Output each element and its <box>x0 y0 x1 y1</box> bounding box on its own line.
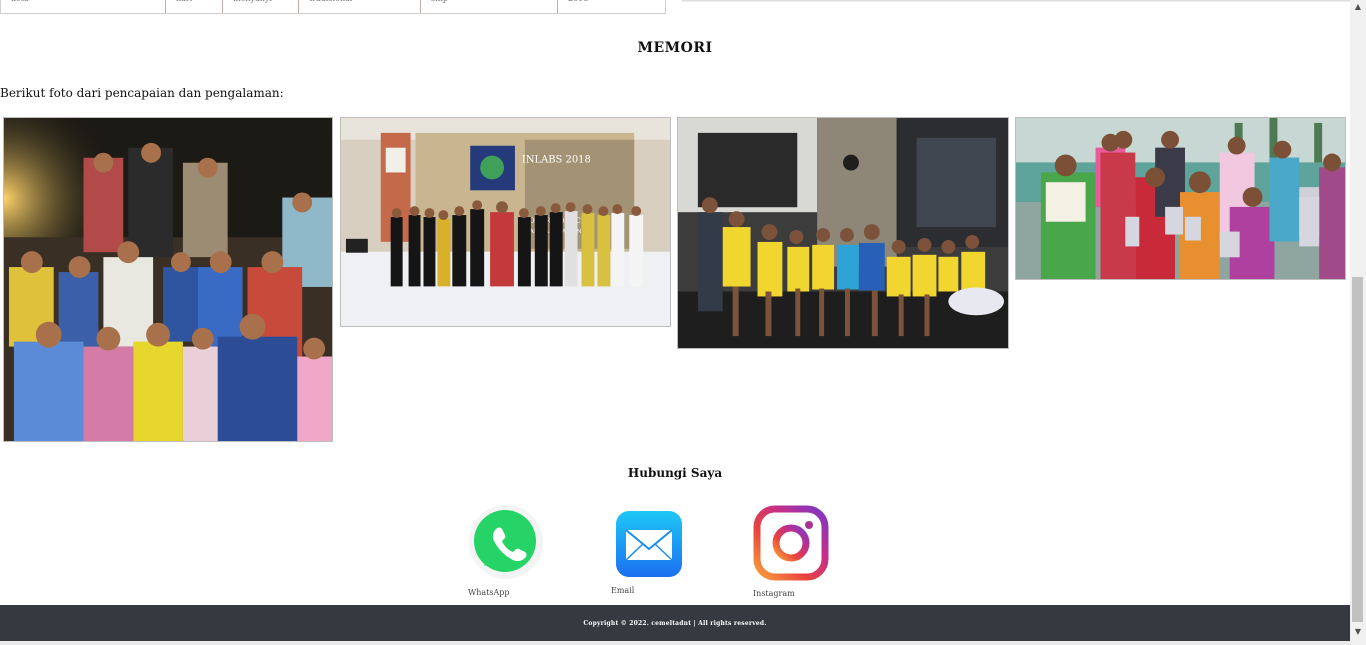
scrollbar-thumb[interactable] <box>1352 277 1363 622</box>
whatsapp-label: WhatsApp <box>468 588 510 597</box>
instagram-link[interactable]: Instagram <box>753 504 829 598</box>
email-label: Email <box>611 586 635 595</box>
divider <box>682 0 1350 2</box>
scroll-up-arrow-icon[interactable]: ▲ <box>1350 0 1366 14</box>
table-cell: tradisional <box>299 0 421 13</box>
section-title-memori: MEMORI <box>637 40 713 56</box>
instagram-label: Instagram <box>753 589 795 598</box>
photo-group-night[interactable] <box>3 117 333 442</box>
table-cell: 2018 <box>558 0 665 13</box>
skills-table-bottom-row: kota hari menyanyi tradisional ship 2018 <box>0 0 666 14</box>
page: kota hari menyanyi tradisional ship 2018… <box>0 0 1350 645</box>
photo-girls-trophies[interactable] <box>1015 117 1346 280</box>
photo-dance-event[interactable]: INLABS 2018 MODERN DANCE DAN TARI SAMAN <box>340 117 671 327</box>
table-cell: kota <box>1 0 166 13</box>
scroll-down-arrow-icon[interactable]: ▼ <box>1350 625 1366 639</box>
whatsapp-icon <box>468 504 544 584</box>
contact-title: Hubungi Saya <box>627 466 723 480</box>
email-link[interactable]: Email <box>611 504 683 595</box>
table-cell: menyanyi <box>223 0 299 13</box>
copyright-text: Copyright © 2022. cemeltadnt | All right… <box>583 620 767 627</box>
memori-intro-text: Berikut foto dari pencapaian dan pengala… <box>0 86 284 100</box>
email-icon <box>611 504 683 582</box>
footer: Copyright © 2022. cemeltadnt | All right… <box>0 605 1350 641</box>
instagram-icon <box>753 505 829 585</box>
table-cell: hari <box>166 0 223 13</box>
table-cell: ship <box>421 0 558 13</box>
whatsapp-link[interactable]: WhatsApp <box>468 504 544 597</box>
photo-swim-team[interactable] <box>677 117 1009 349</box>
page-bottom-border <box>0 641 1366 645</box>
banner-title: INLABS 2018 <box>522 155 591 166</box>
